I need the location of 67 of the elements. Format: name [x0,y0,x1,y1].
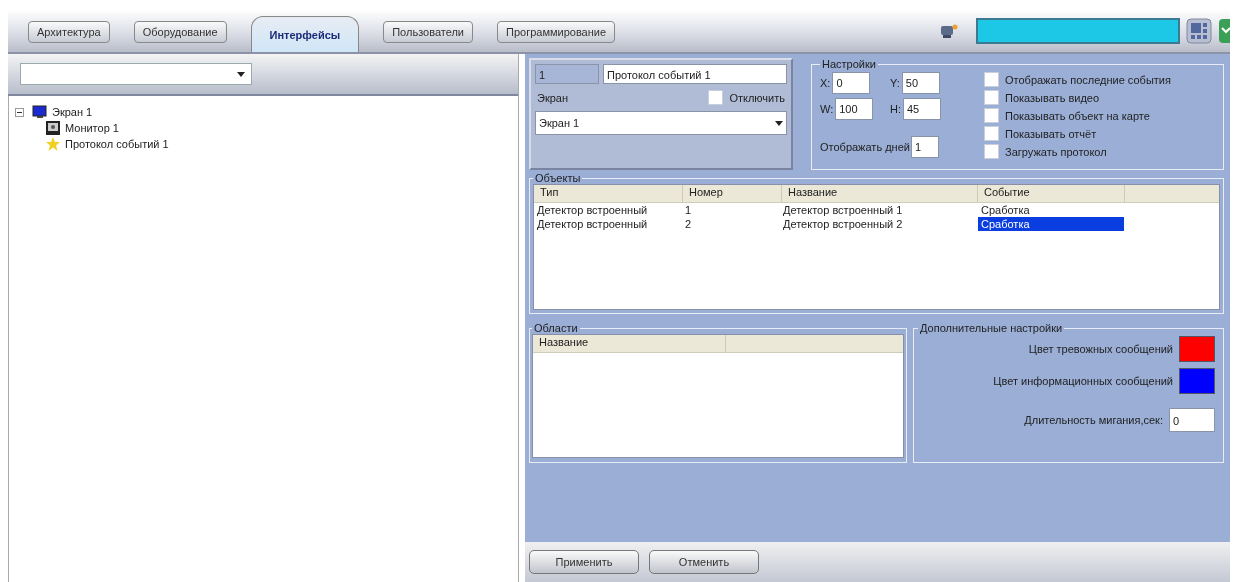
monitor-icon [45,120,61,136]
color-swatch[interactable] [1179,336,1215,362]
tab[interactable]: Пользователи [383,21,473,43]
input-field[interactable]: 50 [901,72,940,94]
action-button[interactable]: Применить [529,550,639,574]
field-label: H: [890,103,901,115]
field-label: W: [820,103,834,115]
monitor-icon [32,105,48,119]
tab[interactable]: Архитектура [28,21,110,43]
column-header[interactable]: Номер [683,185,782,202]
star-icon [45,136,61,152]
checkbox[interactable] [984,144,999,159]
checkbox-label: Показывать объект на карте [1005,109,1150,122]
screen-label: Экран [537,91,569,104]
table-cell-text: Детектор встроенный [536,217,649,231]
tab[interactable]: Программирование [497,21,616,43]
tree-item[interactable]: Монитор 1 [65,122,119,134]
checkbox-label: Показывать отчёт [1005,127,1097,140]
column-header[interactable]: Название [782,185,978,202]
name-field[interactable]: Протокол событий 1 [603,64,787,84]
checkbox-label: Загружать протокол [1005,145,1107,158]
tree-item[interactable]: Протокол событий 1 [65,138,169,150]
column-header[interactable]: Тип [534,185,683,202]
checkbox-label: Показывать видео [1005,91,1100,104]
checkbox[interactable] [984,126,999,141]
field-label: Цвет тревожных сообщений [1028,343,1173,355]
group-title: Дополнительные настройки [919,322,1064,334]
field-label: X: [820,77,831,89]
dropdown-arrow-icon[interactable] [237,71,245,77]
checkbox[interactable] [984,72,999,87]
checkbox[interactable] [984,90,999,105]
layout-icon[interactable] [1186,18,1212,44]
dropdown-arrow-icon[interactable] [775,120,783,126]
computer-icon[interactable] [938,23,958,39]
column-header[interactable]: Событие [978,185,1125,202]
tab[interactable]: Интерфейсы [250,16,360,52]
toolbar-icon[interactable] [1218,18,1230,44]
field-label: Отображать дней [820,141,910,153]
table-cell: Сработка [978,217,1124,231]
field-label: Y: [890,77,900,89]
input-field[interactable]: 0 [832,72,871,94]
table-cell-text: Сработка [980,203,1031,217]
tree-item[interactable]: Экран 1 [52,106,93,118]
checkbox[interactable] [984,108,999,123]
checkbox[interactable] [708,90,724,105]
collapse-icon[interactable] [15,107,24,117]
color-swatch[interactable] [1179,368,1215,394]
group-title: Объекты [534,172,582,184]
checkbox-label: Отключить [729,91,785,104]
group-title: Настройки [821,58,877,70]
table-cell-text: Детектор встроенный [536,203,649,217]
tab[interactable]: Оборудование [133,21,227,43]
input-field[interactable]: 100 [835,98,874,120]
table-cell-text: Детектор встроенный 1 [782,203,904,217]
action-button[interactable]: Отменить [649,550,759,574]
checkbox-label: Отображать последние события [1005,73,1171,86]
table-cell-text: 2 [684,217,693,231]
screen-dropdown[interactable]: Экран 1 [535,111,787,135]
group-title: Области [533,322,579,334]
input-field[interactable]: 0 [1169,408,1215,432]
input-field[interactable]: 1 [910,136,939,158]
table-cell-text: Детектор встроенный 2 [782,217,904,231]
field-label: Цвет информационных сообщений [993,375,1173,387]
id-field[interactable]: 1 [535,64,599,84]
input-field[interactable]: 45 [903,98,941,120]
table-cell-text: 1 [684,203,693,217]
field-label: Длительность мигания,сек: [1024,414,1163,426]
